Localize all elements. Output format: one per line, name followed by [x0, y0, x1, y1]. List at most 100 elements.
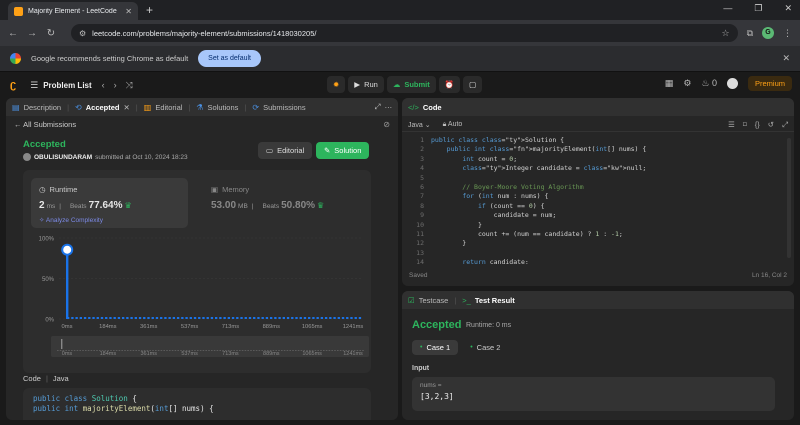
baseline-bar [134, 317, 137, 319]
format-icon[interactable]: ☰ [728, 120, 735, 130]
tab-solutions[interactable]: Solutions [208, 103, 239, 112]
result-runtime: Runtime: 0 ms [466, 322, 512, 329]
memory-card[interactable]: ▣ Memory 53.00 MB | Beats 50.80% ♛ [203, 178, 353, 228]
editor-scrollbar[interactable] [787, 138, 791, 258]
layout-icon[interactable]: ▦ [665, 78, 674, 89]
language-select[interactable]: Java ⌄ [408, 121, 431, 129]
url-text[interactable]: leetcode.com/problems/majority-element/s… [92, 29, 715, 38]
reload-icon[interactable]: ↻ [46, 28, 56, 39]
case-2-tab[interactable]: • Case 2 [462, 340, 508, 355]
close-tab-icon[interactable]: ✕ [125, 7, 132, 16]
minimize-icon[interactable]: — [723, 3, 732, 14]
range-bin [65, 350, 67, 351]
code-line[interactable]: return candidate; [431, 258, 529, 264]
code-line[interactable]: public int class="fn">majorityElement(in… [431, 145, 647, 154]
code-line[interactable]: class="ty">Integer candidate = class="kw… [431, 164, 646, 173]
omnibox[interactable]: ⚙ leetcode.com/problems/majority-element… [71, 24, 738, 42]
tab-accepted[interactable]: Accepted [86, 103, 120, 112]
bookmark-star-icon[interactable]: ☆ [721, 28, 729, 39]
prev-problem-icon[interactable]: ‹ [102, 80, 105, 90]
close-accepted-tab-icon[interactable]: ✕ [124, 103, 130, 112]
submit-button[interactable]: ☁ Submit [386, 76, 436, 93]
back-icon[interactable]: ← [8, 28, 18, 39]
case-1-tab[interactable]: • Case 1 [412, 340, 459, 355]
baseline-bar [160, 317, 163, 319]
baseline-bar [164, 317, 167, 319]
code-line[interactable]: } [431, 221, 482, 230]
maximize-icon[interactable]: ❐ [754, 3, 762, 14]
range-bin [82, 350, 84, 351]
range-bin [113, 350, 115, 351]
premium-button[interactable]: Premium [747, 76, 792, 91]
code-line[interactable]: public class class="ty">Solution { [431, 136, 564, 145]
editor-toolbar: Java ⌄ 🔒︎ Auto ☰ ⌑ {} ↺ ⤢ [402, 118, 794, 132]
range-bin [278, 350, 280, 351]
expand-icon[interactable]: ⤢ [375, 102, 381, 112]
tab-testcase[interactable]: Testcase [419, 296, 449, 305]
notes-button[interactable]: ▢ [463, 76, 483, 93]
code-line[interactable]: } [431, 239, 466, 248]
tab-description[interactable]: Description [24, 103, 62, 112]
streak-fire-icon[interactable]: ♨ 0 [701, 78, 717, 89]
code-brackets-icon: </> [408, 102, 419, 112]
line-number: 7 [420, 192, 424, 201]
range-bin [157, 350, 160, 351]
tab-editorial[interactable]: Editorial [155, 103, 182, 112]
code-line[interactable]: int count = 0; [431, 155, 517, 164]
baseline-bar [189, 317, 192, 319]
submitter-name[interactable]: OBULISUNDARAM [34, 154, 92, 161]
settings-gear-icon[interactable]: ⚙ [683, 78, 691, 89]
runtime-card[interactable]: ◷ Runtime 2 ms | Beats 77.64% ♛ ✧ Analyz… [31, 178, 188, 228]
range-bin [239, 350, 241, 351]
editorial-button[interactable]: ▭ Editorial [258, 142, 313, 159]
random-problem-icon[interactable]: ⤨ [126, 80, 133, 91]
profile-avatar[interactable]: G [762, 27, 774, 39]
extensions-icon[interactable]: ⧉ [747, 28, 753, 39]
user-avatar[interactable] [726, 78, 738, 89]
input-label: Input [412, 365, 430, 372]
fullscreen-icon[interactable]: ⤢ [782, 120, 788, 130]
tab-submissions[interactable]: Submissions [263, 103, 306, 112]
tab-test-result[interactable]: Test Result [475, 296, 515, 305]
runtime-distribution-chart[interactable]: 100% 50% 0% 0ms 184ms 361ms 537ms 713ms 889ms 106… [23, 230, 371, 373]
solution-button[interactable]: ✎ Solution [316, 142, 370, 159]
x-tick-label: 184ms [99, 324, 117, 330]
browser-tab[interactable]: Majority Element - LeetCode ✕ [8, 2, 138, 20]
range-bin [163, 350, 165, 351]
problem-list-link[interactable]: Problem List [43, 81, 91, 90]
timer-button[interactable]: ⏰ [438, 76, 461, 93]
next-problem-icon[interactable]: › [114, 80, 117, 90]
new-tab-icon[interactable]: + [146, 3, 153, 17]
more-icon[interactable]: ⋯ [385, 103, 393, 112]
analyze-complexity-link[interactable]: ✧ Analyze Complexity [39, 216, 103, 224]
leetcode-logo-icon[interactable]: ʗ [10, 79, 16, 91]
close-infobar-icon[interactable]: ✕ [782, 53, 790, 64]
site-info-icon[interactable]: ⚙ [79, 29, 86, 38]
set-default-button[interactable]: Set as default [198, 50, 261, 67]
code-line[interactable]: candidate = num; [431, 211, 557, 220]
code-editor[interactable]: 1 public class class="ty">Solution {2 pub… [402, 136, 794, 264]
forward-icon[interactable]: → [27, 28, 37, 39]
range-bin [101, 350, 104, 351]
code-line[interactable]: if (count == 0) { [431, 202, 545, 211]
menu-icon[interactable]: ⋮ [783, 28, 792, 39]
braces-icon[interactable]: {} [755, 120, 760, 130]
range-bin [306, 350, 308, 351]
selected-point-marker [61, 243, 74, 256]
baseline-bar [143, 317, 146, 319]
auto-mode-toggle[interactable]: 🔒︎ Auto [443, 121, 463, 129]
code-line[interactable]: // Boyer-Moore Voting Algorithm [431, 183, 583, 192]
code-line[interactable]: for (int num : nums) { [431, 192, 548, 201]
range-bin [225, 350, 227, 351]
bookmark-icon[interactable]: ⌑ [743, 120, 747, 130]
debug-button[interactable]: ✹ [327, 76, 346, 93]
reset-icon[interactable]: ↺ [768, 120, 774, 130]
range-bin [99, 350, 101, 351]
close-window-icon[interactable]: ✕ [784, 3, 792, 14]
problem-list-icon[interactable]: ☰ [30, 80, 38, 91]
run-button[interactable]: ▶ Run [348, 76, 384, 93]
all-submissions-link[interactable]: ← All Submissions [14, 120, 76, 129]
code-line[interactable]: count += (num == candidate) ? 1 : -1; [431, 230, 623, 239]
submitted-time: submitted at Oct 10, 2024 18:23 [95, 153, 188, 161]
share-link-icon[interactable]: ⊘ [383, 120, 390, 129]
